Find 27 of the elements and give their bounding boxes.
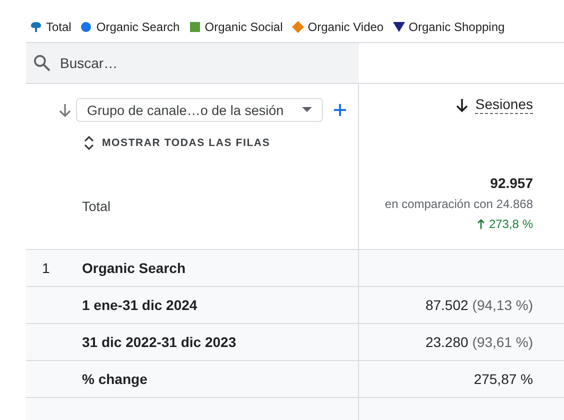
metric-header[interactable]: Sesiones	[475, 96, 533, 114]
comparison-text: en comparación con 24.868	[384, 197, 533, 211]
legend-label: Organic Search	[96, 20, 180, 34]
down-arrow-icon[interactable]	[58, 102, 72, 118]
total-label: Total	[82, 199, 112, 214]
legend-label: Organic Shopping	[408, 20, 505, 34]
table-cell: Organic Search	[82, 260, 186, 276]
legend-label: Organic Video	[308, 20, 384, 34]
table-cell: 275,87 %	[474, 371, 533, 387]
expand-icon	[84, 136, 94, 150]
row-index: 1	[41, 260, 51, 276]
up-arrow-icon	[476, 219, 485, 229]
plus-icon[interactable]	[332, 103, 347, 117]
total-value: 92.957	[490, 175, 533, 191]
change-percent: 273,8 %	[488, 217, 533, 231]
legend-label: Total	[46, 20, 72, 34]
table-cell: % change	[82, 371, 148, 387]
dropdown-caret-icon	[302, 107, 312, 113]
search-field[interactable]: Buscar…	[26, 43, 359, 83]
show-all-rows-button[interactable]: MOSTRAR TODAS LAS FILAS	[84, 136, 270, 150]
table-cell: 87.502 (94,13 %)	[425, 297, 533, 313]
table-cell: 1 ene-31 dic 2024	[82, 297, 198, 313]
legend-label: Organic Social	[204, 20, 283, 34]
table-cell: 23.280 (93,61 %)	[425, 334, 533, 350]
dimension-dropdown[interactable]: Grupo de canale…o de la sesión	[76, 98, 323, 122]
table-cell: 31 dic 2022-31 dic 2023	[82, 334, 236, 350]
down-arrow-icon	[455, 97, 470, 113]
